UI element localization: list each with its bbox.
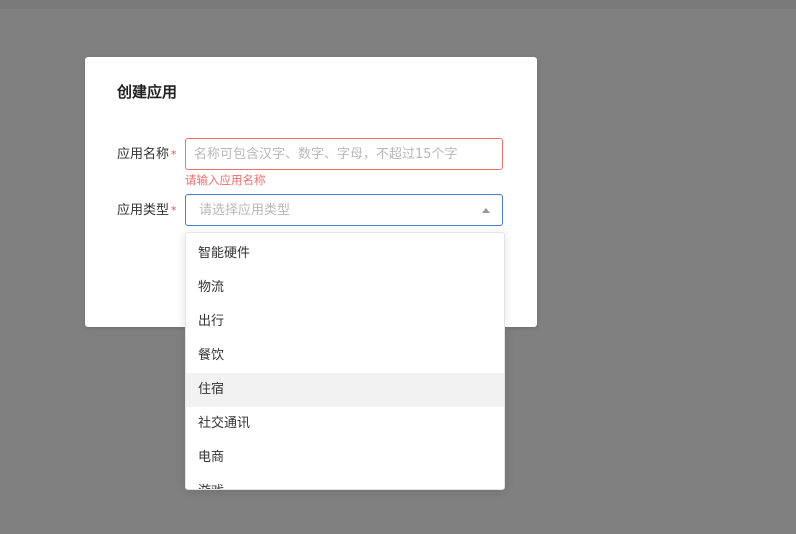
caret-up-icon[interactable] (482, 208, 490, 213)
dropdown-option[interactable]: 社交通讯 (186, 407, 504, 441)
required-mark: * (171, 204, 177, 217)
app-type-dropdown[interactable]: 智能硬件 物流 出行 餐饮 住宿 社交通讯 电商 游戏 (185, 232, 505, 490)
app-type-select[interactable]: 请选择应用类型 (185, 194, 503, 226)
dropdown-option[interactable]: 餐饮 (186, 339, 504, 373)
dropdown-option[interactable]: 智能硬件 (186, 237, 504, 271)
app-name-label-text: 应用名称 (117, 147, 170, 162)
app-type-placeholder: 请选择应用类型 (199, 203, 291, 218)
dropdown-option[interactable]: 物流 (186, 271, 504, 305)
top-bar-strip (0, 0, 796, 9)
dropdown-options-list: 智能硬件 物流 出行 餐饮 住宿 社交通讯 电商 游戏 (186, 237, 504, 489)
dialog-title: 创建应用 (117, 83, 178, 101)
app-name-placeholder: 名称可包含汉字、数字、字母，不超过15个字 (194, 147, 458, 162)
dropdown-option[interactable]: 出行 (186, 305, 504, 339)
required-mark: * (171, 148, 177, 161)
app-name-error: 请输入应用名称 (185, 173, 266, 187)
app-type-label: 应用类型 * (117, 202, 177, 220)
app-name-label: 应用名称 * (117, 146, 177, 164)
dropdown-option[interactable]: 游戏 (186, 475, 504, 489)
dropdown-option[interactable]: 电商 (186, 441, 504, 475)
app-name-input[interactable]: 名称可包含汉字、数字、字母，不超过15个字 (185, 138, 503, 170)
dropdown-option-hovered[interactable]: 住宿 (186, 373, 504, 407)
app-type-label-text: 应用类型 (117, 203, 170, 218)
